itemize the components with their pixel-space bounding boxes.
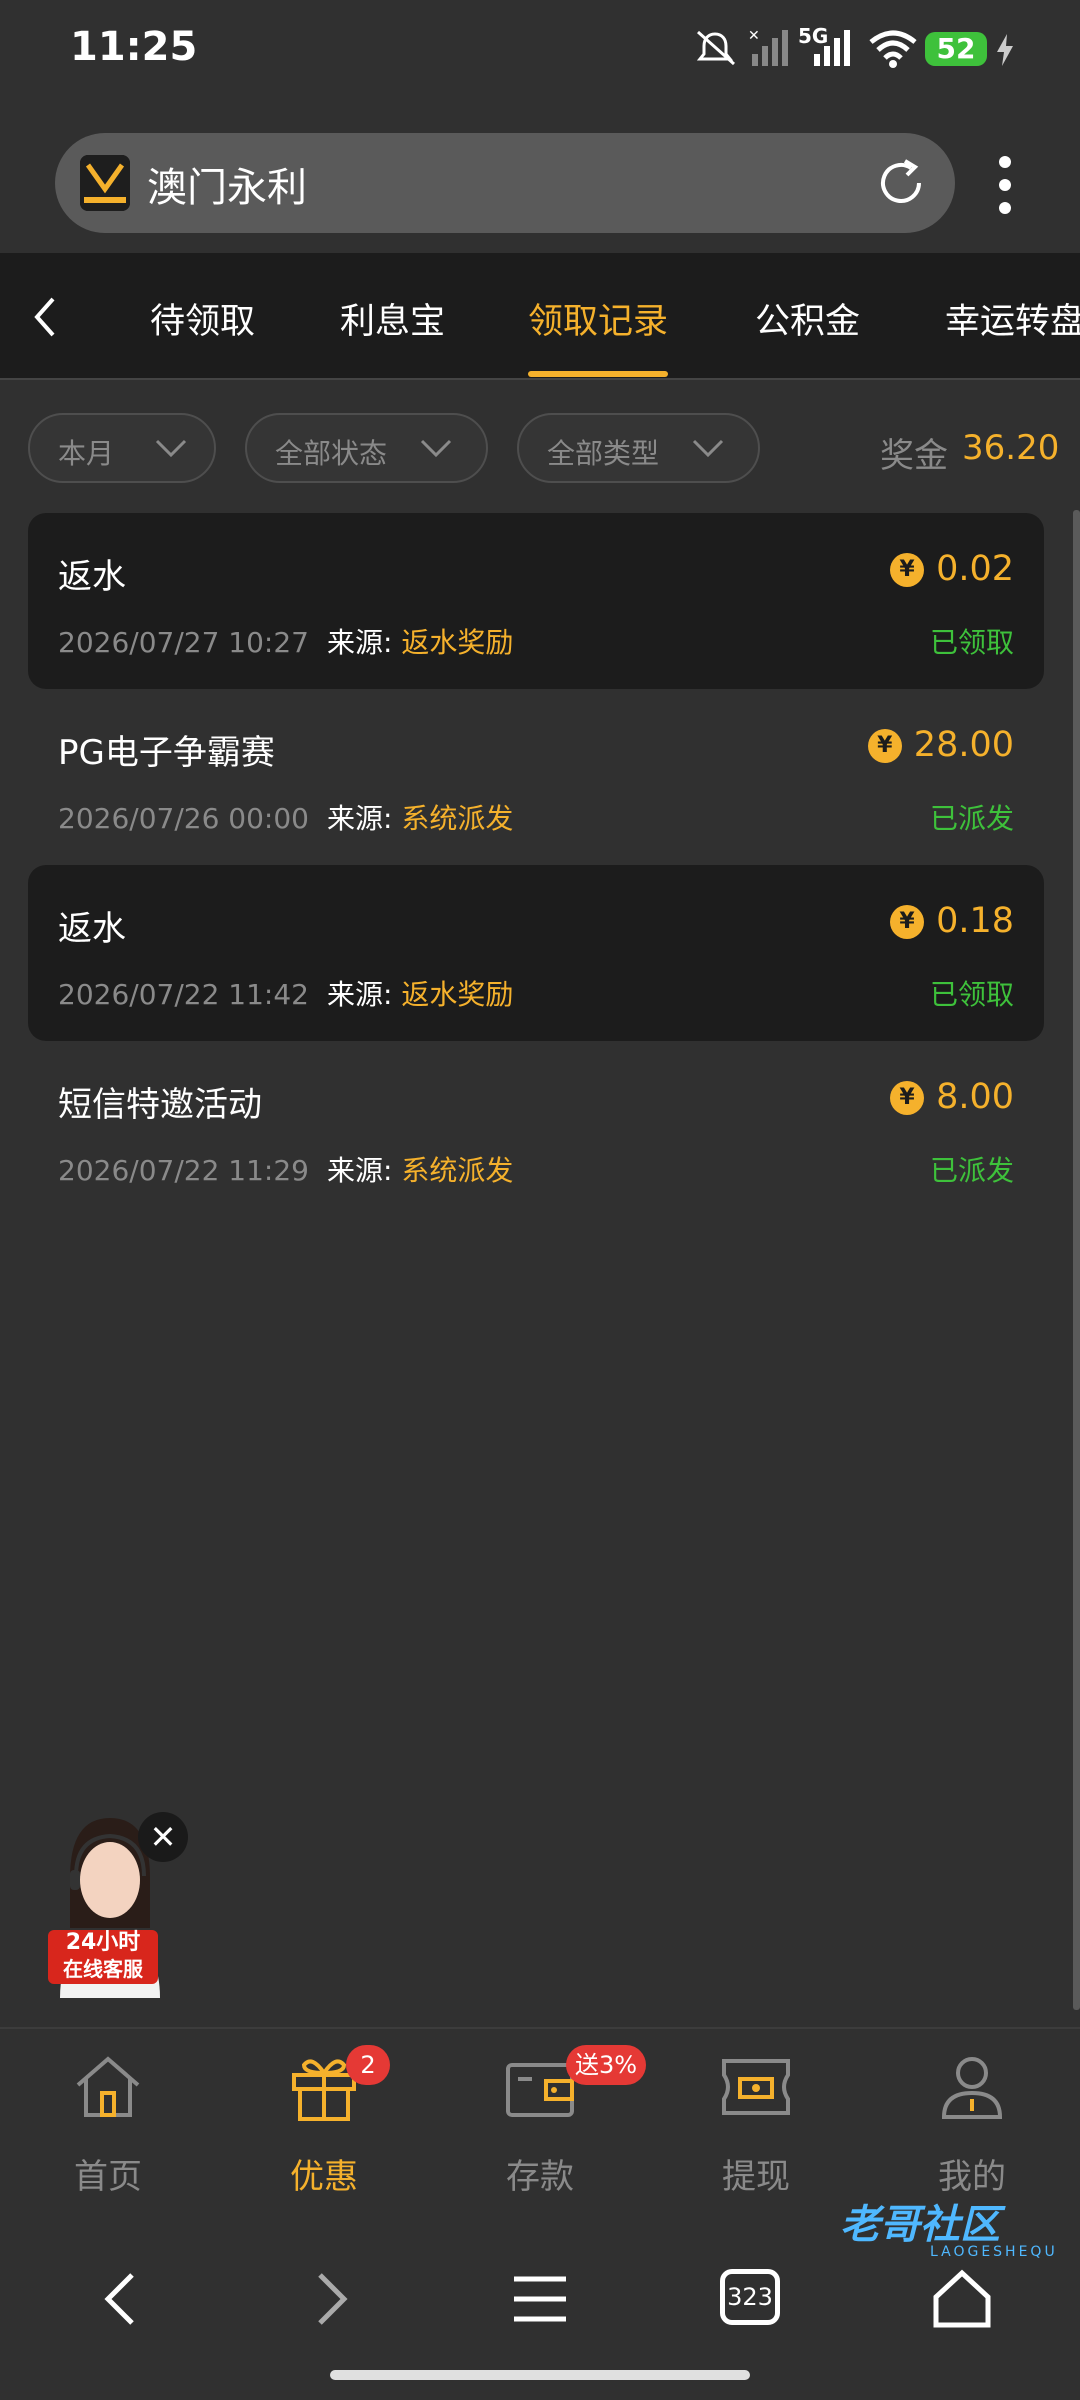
- record-date: 2026/07/22 11:42: [58, 978, 309, 1011]
- cash-icon: [722, 2059, 790, 2115]
- tab-pending[interactable]: 待领取: [150, 293, 255, 344]
- status-bar: 11:25 ✕ 5G 52: [0, 0, 1080, 100]
- record-amount: ¥0.18: [890, 901, 1014, 941]
- month-filter[interactable]: 本月: [28, 413, 216, 483]
- chevron-down-icon: [155, 439, 187, 458]
- close-support-button[interactable]: ✕: [138, 1812, 188, 1862]
- site-logo: [80, 155, 130, 211]
- status-time: 11:25: [70, 24, 198, 70]
- nav-profile-label: 我的: [938, 2157, 1006, 2197]
- record-title: 返水: [58, 909, 126, 949]
- browser-forward-icon[interactable]: [306, 2269, 356, 2329]
- browser-tabs-button[interactable]: 323: [720, 2269, 780, 2325]
- deposit-bonus-badge: 送3%: [566, 2045, 646, 2085]
- yen-coin-icon: ¥: [890, 553, 925, 587]
- tab-bar: 待领取 利息宝 领取记录 公积金 幸运转盘: [0, 253, 1080, 379]
- yen-coin-icon: ¥: [867, 729, 902, 763]
- record-status: 已领取: [929, 626, 1014, 659]
- record-title: PG电子争霸赛: [58, 733, 275, 773]
- type-filter-label: 全部类型: [547, 437, 660, 470]
- support-line2: 在线客服: [63, 1957, 143, 1981]
- bonus-total-label: 奖金: [880, 436, 948, 476]
- status-filter[interactable]: 全部状态: [245, 413, 488, 483]
- month-filter-label: 本月: [58, 437, 115, 470]
- record-amount: ¥8.00: [890, 1077, 1014, 1117]
- record-source-label: 来源:: [326, 1154, 393, 1187]
- scrollbar[interactable]: [1073, 510, 1080, 2010]
- reload-icon[interactable]: [875, 157, 927, 209]
- tab-provident-fund[interactable]: 公积金: [755, 293, 860, 344]
- watermark-text: 老哥社区: [840, 2202, 1000, 2248]
- nav-withdraw[interactable]: 提现: [648, 2049, 864, 2199]
- record-title: 返水: [58, 557, 126, 597]
- record-title: 短信特邀活动: [58, 1085, 262, 1125]
- record-amount: ¥0.02: [890, 549, 1014, 589]
- nav-promotions[interactable]: 优惠 2: [216, 2045, 432, 2199]
- nav-withdraw-label: 提现: [722, 2157, 790, 2197]
- signal-sim2-icon: [814, 30, 850, 66]
- record-item[interactable]: PG电子争霸赛 ¥28.00 2026/07/26 00:00 来源: 系统派发 …: [28, 689, 1044, 865]
- bonus-total-amount: 36.20: [962, 428, 1060, 468]
- record-amount: ¥28.00: [867, 725, 1014, 765]
- record-source: 返水奖励: [401, 626, 514, 659]
- type-filter[interactable]: 全部类型: [517, 413, 760, 483]
- hamburger-menu-icon[interactable]: [512, 2269, 568, 2329]
- browser-back-icon[interactable]: [96, 2269, 146, 2329]
- svg-text:✕: ✕: [748, 28, 760, 44]
- record-meta: 2026/07/22 11:29 来源: 系统派发: [58, 1149, 513, 1189]
- nav-home-label: 首页: [74, 2157, 142, 2197]
- record-date: 2026/07/26 00:00: [58, 802, 309, 835]
- record-item[interactable]: 短信特邀活动 ¥8.00 2026/07/22 11:29 来源: 系统派发 已派…: [28, 1041, 1044, 1217]
- home-icon: [76, 2056, 140, 2117]
- chevron-down-icon: [692, 439, 724, 458]
- record-item[interactable]: 返水 ¥0.18 2026/07/22 11:42 来源: 返水奖励 已领取: [28, 865, 1044, 1041]
- record-meta: 2026/07/26 00:00 来源: 系统派发: [58, 797, 513, 837]
- nav-deposit[interactable]: 存款 送3%: [432, 2045, 648, 2199]
- home-indicator[interactable]: [330, 2370, 750, 2380]
- site-title: 澳门永利: [147, 165, 307, 211]
- address-bar[interactable]: 澳门永利: [55, 133, 955, 233]
- watermark-subtext: LAOGESHEQU: [930, 2244, 1058, 2260]
- charging-icon: [997, 34, 1013, 66]
- record-status: 已领取: [929, 978, 1014, 1011]
- tab-lucky-wheel[interactable]: 幸运转盘: [945, 293, 1080, 344]
- record-source-label: 来源:: [326, 802, 393, 835]
- nav-promotions-label: 优惠: [290, 2157, 358, 2197]
- record-meta: 2026/07/22 11:42 来源: 返水奖励: [58, 973, 513, 1013]
- mute-notification-icon: [696, 30, 735, 66]
- record-source-label: 来源:: [326, 978, 393, 1011]
- support-badge: 24小时 在线客服: [48, 1930, 158, 1984]
- record-source-label: 来源:: [326, 626, 393, 659]
- record-source: 系统派发: [401, 802, 514, 835]
- browser-home-icon[interactable]: [932, 2269, 992, 2329]
- signal-sim1-icon: ✕: [748, 28, 788, 66]
- record-source: 系统派发: [401, 1154, 514, 1187]
- nav-deposit-label: 存款: [506, 2157, 574, 2197]
- tab-interest[interactable]: 利息宝: [340, 293, 445, 344]
- record-item[interactable]: 返水 ¥0.02 2026/07/27 10:27 来源: 返水奖励 已领取: [28, 513, 1044, 689]
- chevron-down-icon: [420, 439, 452, 458]
- record-status: 已派发: [929, 802, 1014, 835]
- user-icon: [941, 2057, 1003, 2119]
- wifi-icon: [869, 30, 917, 68]
- record-date: 2026/07/27 10:27: [58, 626, 309, 659]
- yen-coin-icon: ¥: [890, 905, 925, 939]
- tab-divider: [0, 378, 1080, 380]
- record-date: 2026/07/22 11:29: [58, 1154, 309, 1187]
- status-filter-label: 全部状态: [275, 437, 388, 470]
- tab-claim-records[interactable]: 领取记录: [528, 293, 668, 344]
- record-meta: 2026/07/27 10:27 来源: 返水奖励: [58, 621, 513, 661]
- nav-home[interactable]: 首页: [0, 2049, 216, 2199]
- more-menu-icon[interactable]: [990, 150, 1020, 220]
- support-line1: 24小时: [65, 1930, 141, 1955]
- nav-profile[interactable]: 我的: [864, 2049, 1080, 2199]
- record-status: 已派发: [929, 1154, 1014, 1187]
- bottom-nav: 首页 优惠 2 存款 送3% 提现 我的: [0, 2027, 1080, 2209]
- record-source: 返水奖励: [401, 978, 514, 1011]
- back-arrow-icon[interactable]: [25, 293, 65, 341]
- battery-level: 52: [925, 32, 987, 66]
- promotions-badge: 2: [346, 2045, 390, 2085]
- active-tab-indicator: [528, 371, 668, 377]
- yen-coin-icon: ¥: [890, 1081, 925, 1115]
